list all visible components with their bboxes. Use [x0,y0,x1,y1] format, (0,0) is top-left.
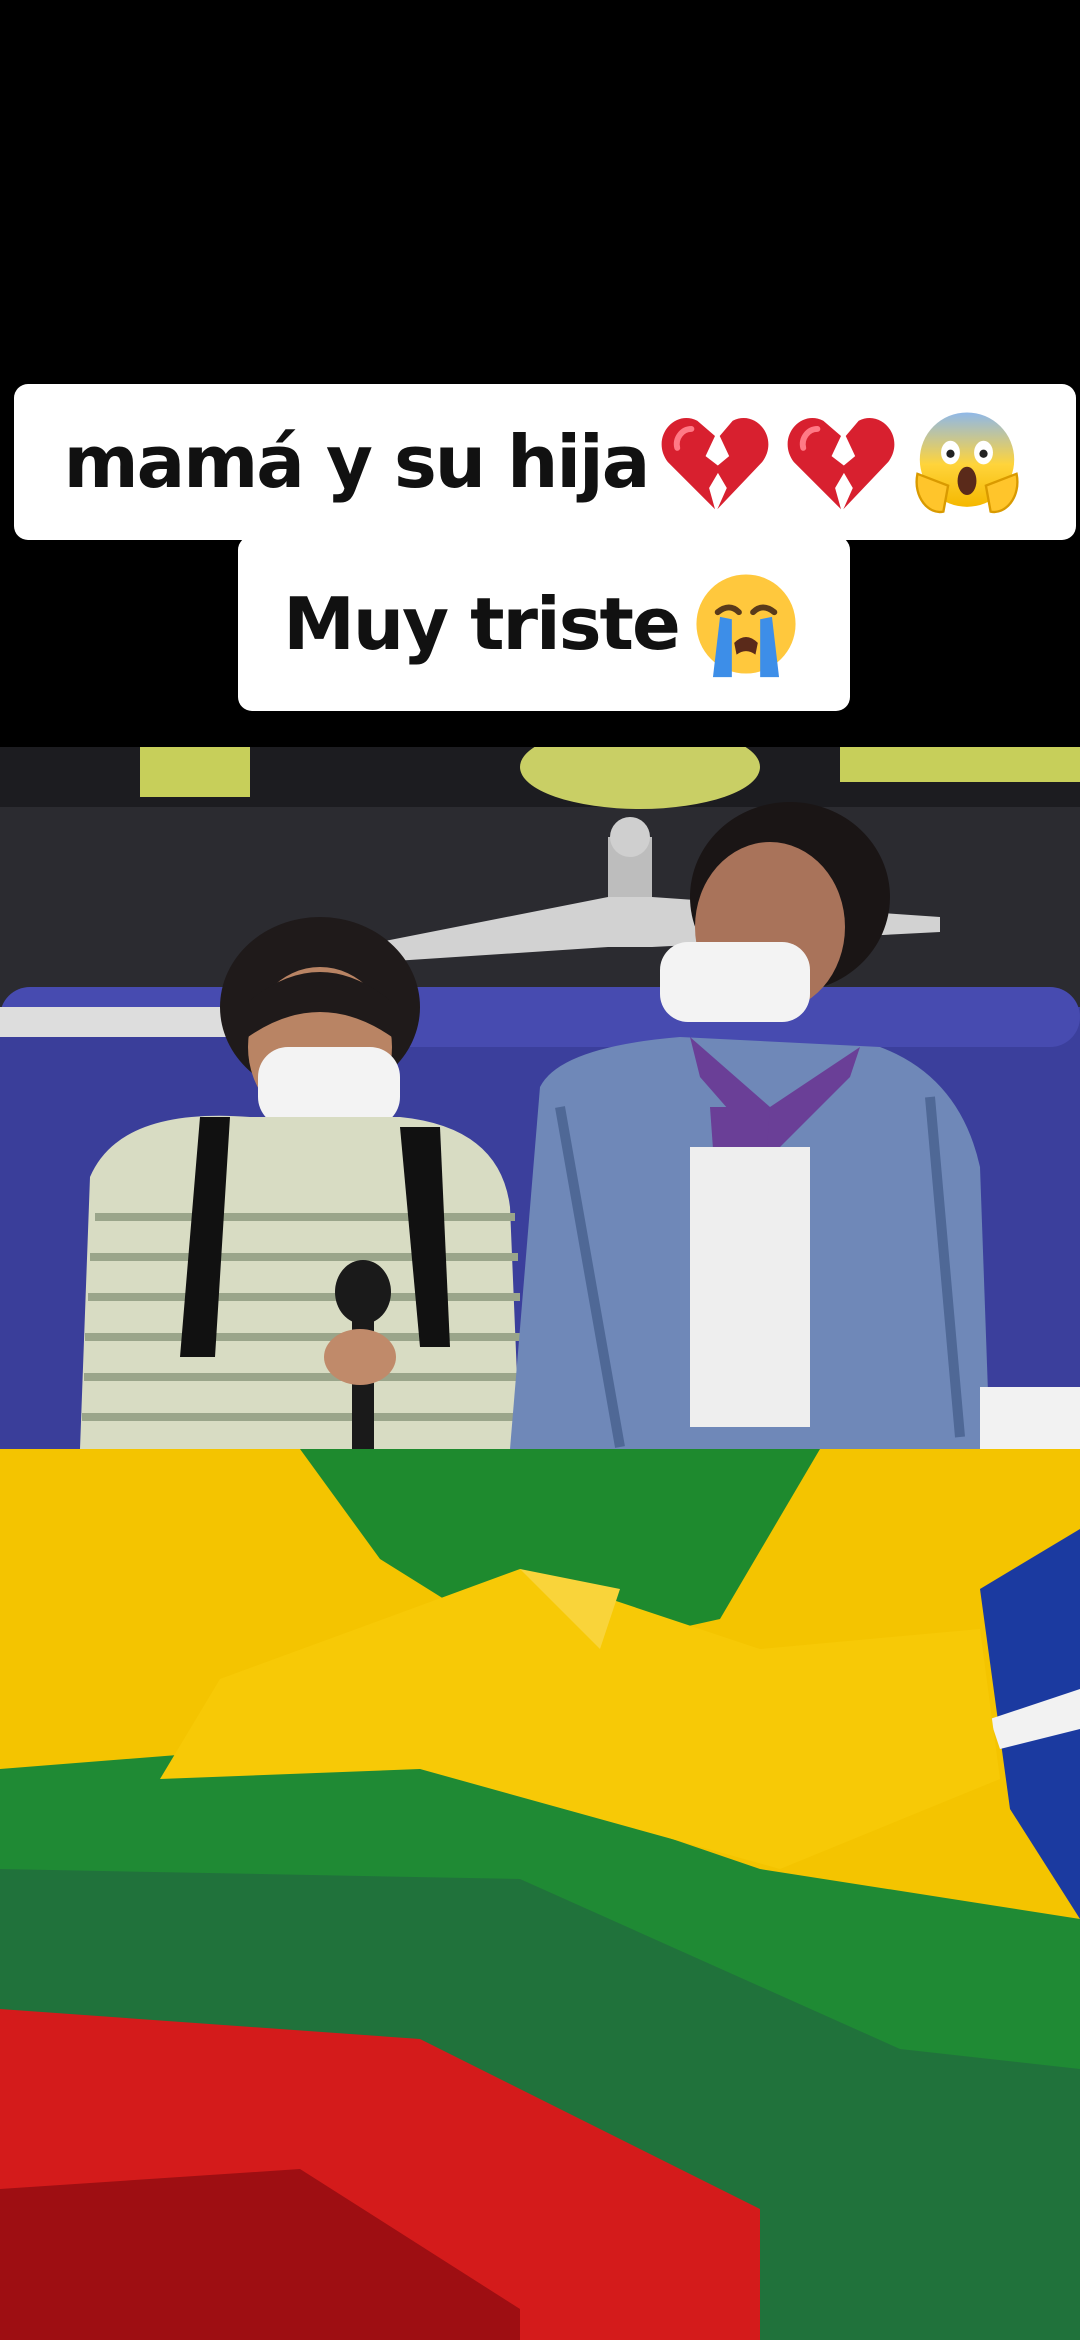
video-scene-illustration [0,747,1080,1449]
face-screaming-in-fear-icon [915,412,1019,514]
video-frame[interactable] [0,747,1080,1449]
caption-line-1-box: mamá y su hija [14,384,1076,540]
flag-frame [0,1449,1080,2340]
caption-line-2-text: Muy triste [283,581,681,666]
broken-heart-icon [787,418,895,510]
broken-heart-icon [661,418,769,510]
caption-line-1-text: mamá y su hija [63,420,651,504]
caption-line-2-box: Muy triste [238,536,850,711]
loudly-crying-face-icon [696,573,796,677]
flag-illustration [0,1449,1080,2340]
